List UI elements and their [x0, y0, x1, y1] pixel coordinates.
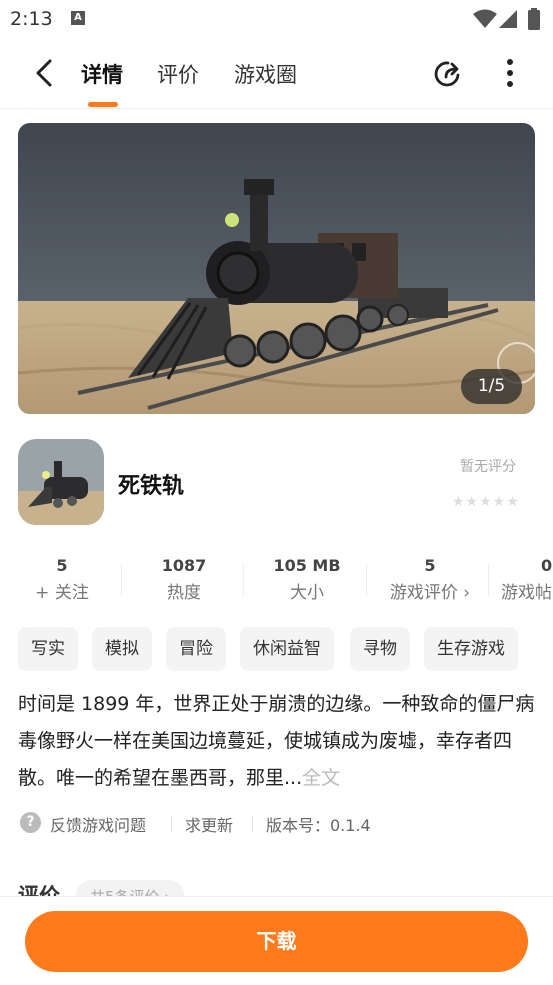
- active-tab-indicator: [88, 102, 118, 107]
- game-description: 时间是 1899 年，世界正处于崩溃的边缘。一种致命的僵尸病毒像野火一样在美国边…: [18, 686, 538, 797]
- version-number: 版本号：0.1.4: [266, 816, 371, 835]
- wifi-icon: [473, 9, 497, 28]
- tag-chip[interactable]: 生存游戏: [424, 627, 518, 671]
- download-button[interactable]: 下载: [25, 911, 528, 972]
- app-icon: [18, 439, 104, 525]
- stat-size: 105 MB 大小: [267, 556, 347, 603]
- notification-icon: A: [71, 11, 85, 25]
- divider: [121, 564, 122, 596]
- rating-status: 暂无评分: [460, 459, 516, 475]
- tag-chip[interactable]: 冒险: [166, 627, 226, 671]
- gallery-page-indicator: 1/5: [461, 369, 522, 404]
- rating-stars: ★★★★★: [452, 494, 520, 510]
- stat-popularity: 1087 热度: [154, 556, 214, 603]
- stat-popularity-label: 热度: [167, 583, 201, 603]
- stat-size-value: 105 MB: [273, 556, 341, 575]
- tab-details[interactable]: 详情: [81, 59, 123, 89]
- stat-game-reviews[interactable]: 5 游戏评价 ›: [384, 556, 476, 603]
- stat-game-posts-value: 0: [541, 556, 553, 575]
- divider: [488, 564, 489, 596]
- description-text: 时间是 1899 年，世界正处于崩溃的边缘。一种致命的僵尸病毒像野火一样在美国边…: [18, 693, 535, 789]
- stat-game-posts[interactable]: 0 游戏帖: [501, 556, 553, 603]
- divider: [171, 816, 172, 832]
- game-screenshot[interactable]: [18, 123, 535, 414]
- back-arrow-icon[interactable]: [30, 57, 60, 89]
- status-time: 2:13: [10, 8, 53, 30]
- bottom-action-bar: 下载: [0, 896, 553, 985]
- divider: [366, 564, 367, 596]
- help-icon: ?: [20, 812, 41, 833]
- app-name: 死铁轨: [118, 474, 185, 499]
- divider: [243, 564, 244, 596]
- signal-icon: [499, 10, 517, 28]
- top-nav-bar: 详情 评价 游戏圈: [0, 44, 553, 109]
- tab-game-circle[interactable]: 游戏圈: [234, 59, 297, 89]
- stat-game-reviews-label: 游戏评价 ›: [389, 583, 471, 603]
- share-icon[interactable]: [432, 58, 464, 90]
- tag-chip[interactable]: 寻物: [350, 627, 410, 671]
- tag-chip[interactable]: 休闲益智: [240, 627, 334, 671]
- stat-game-posts-label: 游戏帖: [501, 583, 552, 603]
- more-options-icon[interactable]: [498, 56, 522, 92]
- stat-game-reviews-value: 5: [424, 556, 436, 575]
- divider: [252, 816, 253, 832]
- request-update-link[interactable]: 求更新: [185, 812, 233, 836]
- stats-row: 5 + 关注 1087 热度 105 MB 大小 5 游戏评价 › 0 游戏帖: [0, 556, 553, 606]
- read-more-link[interactable]: 全文: [302, 767, 340, 789]
- tab-reviews[interactable]: 评价: [157, 59, 199, 89]
- stat-follow[interactable]: 5 + 关注: [32, 556, 92, 603]
- tag-chip[interactable]: 写实: [18, 627, 78, 671]
- battery-icon: [528, 8, 540, 30]
- stat-follow-value: 5: [56, 556, 68, 575]
- stat-size-label: 大小: [290, 583, 324, 603]
- train-screenshot-image: [18, 123, 535, 414]
- tag-chip[interactable]: 模拟: [92, 627, 152, 671]
- stat-popularity-value: 1087: [161, 556, 207, 575]
- feedback-link[interactable]: 反馈游戏问题: [50, 812, 146, 836]
- status-bar: 2:13 A: [0, 0, 553, 38]
- stat-follow-label: + 关注: [35, 583, 89, 603]
